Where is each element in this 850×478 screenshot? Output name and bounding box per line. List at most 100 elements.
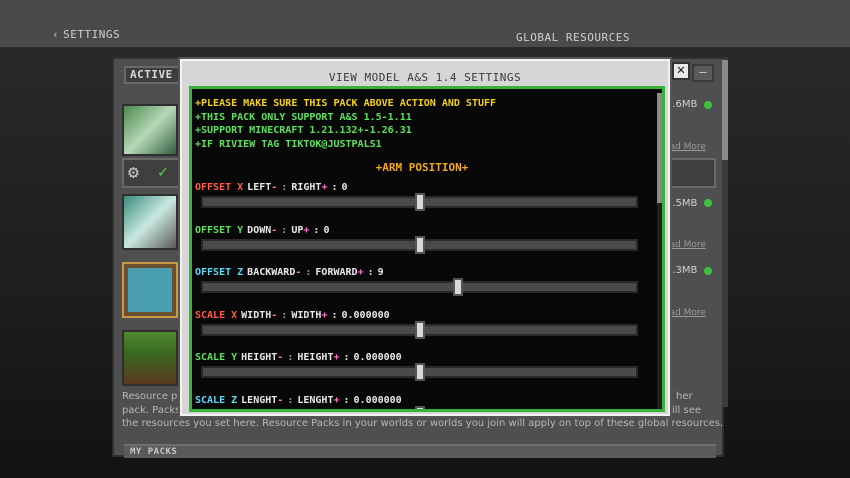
slider-negative-label: HEIGHT bbox=[241, 352, 278, 363]
dialog-title: VIEW MODEL A&S 1.4 SETTINGS bbox=[328, 71, 522, 84]
slider-value: 0.000000 bbox=[353, 394, 402, 406]
description-text: Resource pa bbox=[122, 391, 184, 402]
slider-name: SCALE Z bbox=[195, 394, 238, 406]
slider-positive-label: FORWARD bbox=[315, 267, 358, 278]
separator: : bbox=[331, 309, 338, 321]
gear-icon[interactable]: ⚙ bbox=[128, 162, 152, 184]
slider-negative-label: DOWN bbox=[247, 224, 272, 236]
minus-sign: - bbox=[271, 224, 278, 236]
minus-sign: - bbox=[295, 267, 302, 278]
my-packs-header[interactable]: MY PACKS bbox=[124, 444, 716, 458]
separator: : bbox=[281, 309, 288, 321]
pack-thumbnail[interactable] bbox=[122, 104, 178, 156]
slider-value: 0.000000 bbox=[341, 309, 390, 321]
slider-label: SCALE X WIDTH-: WIDTH+:0.000000 bbox=[195, 310, 394, 321]
page-title: GLOBAL RESOURCES bbox=[516, 31, 630, 44]
pack-size: 2.6MB bbox=[666, 99, 698, 110]
section-title: +ARM POSITION+ bbox=[375, 161, 469, 174]
description-text: her bbox=[676, 391, 693, 402]
slider-negative-label: LENGHT bbox=[241, 394, 278, 406]
slider-name: SCALE X bbox=[195, 309, 238, 321]
slider-track[interactable] bbox=[201, 235, 638, 254]
slider-positive-label: HEIGHT bbox=[297, 352, 334, 363]
plus-sign: + bbox=[333, 352, 340, 363]
separator: : bbox=[287, 352, 294, 363]
slider-positive-label: UP bbox=[291, 224, 304, 236]
slider-value: 9 bbox=[377, 267, 384, 278]
separator: : bbox=[305, 267, 312, 278]
slider-knob[interactable] bbox=[453, 278, 464, 296]
slider-knob[interactable] bbox=[414, 235, 425, 254]
slider-name: OFFSET X bbox=[195, 182, 244, 193]
separator: : bbox=[343, 394, 350, 406]
status-dot bbox=[704, 199, 712, 207]
learn-more-link[interactable]: ead More bbox=[664, 308, 706, 318]
minus-sign: - bbox=[277, 394, 284, 406]
slider-label: OFFSET Y DOWN-: UP+:0 bbox=[195, 225, 333, 236]
slider-label: OFFSET Z BACKWARD-: FORWARD+:9 bbox=[195, 267, 388, 278]
slider-name: OFFSET Z bbox=[195, 267, 244, 278]
separator: : bbox=[343, 352, 350, 363]
slider-positive-label: RIGHT bbox=[291, 182, 322, 193]
pack-thumbnail[interactable] bbox=[122, 194, 178, 250]
separator: : bbox=[287, 394, 294, 406]
dialog-body: +PLEASE MAKE SURE THIS PACK ABOVE ACTION… bbox=[189, 86, 665, 412]
slider-label: SCALE Y HEIGHT-: HEIGHT+:0.000000 bbox=[195, 352, 406, 363]
slider-positive-label: LENGHT bbox=[297, 394, 334, 406]
slider-value: 0 bbox=[323, 224, 330, 236]
description-text: pack. Packs bbox=[122, 405, 181, 416]
note-line: +THIS PACK ONLY SUPPORT A&S 1.5-1.11 bbox=[195, 111, 412, 123]
pack-thumbnail[interactable] bbox=[122, 262, 178, 318]
pack-size: 1.3MB bbox=[666, 265, 698, 276]
slider-track[interactable] bbox=[201, 363, 638, 381]
slider-negative-label: WIDTH bbox=[241, 309, 272, 321]
plus-sign: + bbox=[321, 182, 328, 193]
check-icon: ✓ bbox=[158, 162, 168, 181]
slider-negative-label: BACKWARD bbox=[247, 267, 296, 278]
status-dot bbox=[704, 267, 712, 275]
plus-sign: + bbox=[303, 224, 310, 236]
slider-negative-label: LEFT bbox=[247, 182, 272, 193]
pack-size: 3.5MB bbox=[666, 198, 698, 209]
slider-positive-label: WIDTH bbox=[291, 309, 322, 321]
settings-dialog: VIEW MODEL A&S 1.4 SETTINGS +PLEASE MAKE… bbox=[180, 59, 670, 416]
note-line: +PLEASE MAKE SURE THIS PACK ABOVE ACTION… bbox=[195, 98, 497, 109]
slider-knob[interactable] bbox=[414, 363, 425, 381]
slider-label: OFFSET X LEFT-: RIGHT+:0 bbox=[195, 182, 352, 193]
separator: : bbox=[313, 224, 320, 236]
separator: : bbox=[331, 182, 338, 193]
minus-sign: - bbox=[277, 352, 284, 363]
panel-scrollbar-thumb[interactable] bbox=[722, 60, 728, 160]
slider-value: 0.000000 bbox=[353, 352, 402, 363]
back-button[interactable]: ‹ SETTINGS bbox=[52, 28, 120, 41]
slider-name: OFFSET Y bbox=[195, 224, 244, 236]
plus-sign: + bbox=[357, 267, 364, 278]
slider-track[interactable] bbox=[201, 193, 638, 211]
learn-more-link[interactable]: ead More bbox=[664, 240, 706, 250]
slider-value: 0 bbox=[341, 182, 348, 193]
slider-name: SCALE Y bbox=[195, 352, 238, 363]
back-label: SETTINGS bbox=[63, 28, 121, 41]
slider-track[interactable] bbox=[201, 320, 638, 339]
slider-label: SCALE Z LENGHT-: LENGHT+:0.000000 bbox=[195, 395, 406, 406]
slider-knob[interactable] bbox=[414, 405, 425, 409]
slider-knob[interactable] bbox=[414, 320, 425, 339]
separator: : bbox=[281, 224, 288, 236]
slider-knob[interactable] bbox=[414, 193, 425, 211]
pack-thumbnail[interactable] bbox=[122, 330, 178, 386]
chevron-left-icon: ‹ bbox=[52, 28, 60, 41]
learn-more-link[interactable]: ead More bbox=[664, 142, 706, 152]
collapse-button[interactable]: — bbox=[692, 64, 714, 82]
dialog-scrollbar-thumb[interactable] bbox=[657, 93, 662, 203]
minus-sign: - bbox=[271, 182, 278, 193]
description-text: ill see bbox=[672, 405, 702, 416]
status-dot bbox=[704, 101, 712, 109]
slider-track[interactable] bbox=[201, 405, 638, 409]
plus-sign: + bbox=[333, 394, 340, 406]
slider-track[interactable] bbox=[201, 278, 638, 296]
close-icon[interactable]: ✕ bbox=[672, 62, 690, 80]
minus-sign: - bbox=[271, 309, 278, 321]
description-text: the resources you set here. Resource Pac… bbox=[122, 418, 724, 429]
active-tab[interactable]: ACTIVE bbox=[124, 66, 180, 84]
notes-list: +PLEASE MAKE SURE THIS PACK ABOVE ACTION… bbox=[195, 97, 496, 151]
